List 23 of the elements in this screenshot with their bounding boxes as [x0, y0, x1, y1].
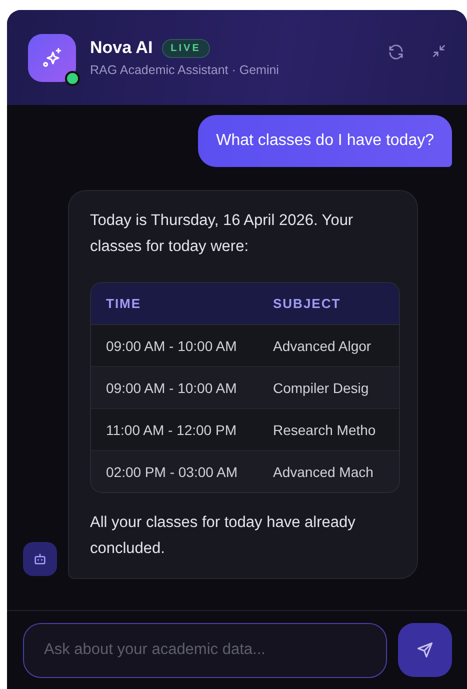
table-cell-text: 02:00 PM - 03:00 AM — [105, 464, 239, 480]
user-message: What classes do I have today? — [198, 115, 452, 167]
send-button[interactable] — [398, 623, 452, 677]
refresh-icon — [387, 42, 405, 60]
table-cell-text: 09:00 AM - 10:00 AM — [105, 338, 238, 354]
column-header: SUBJECT — [272, 296, 342, 311]
assistant-name: Nova AI — [90, 38, 153, 58]
sparkle-icon — [41, 46, 63, 68]
message-input[interactable]: Ask about your academic data... — [23, 622, 387, 678]
robot-icon — [33, 552, 47, 566]
table-cell-text: 09:00 AM - 10:00 AM — [105, 380, 238, 396]
table-cell-text: Advanced Algor — [272, 338, 372, 354]
table-cell-text: Research Metho — [272, 422, 377, 438]
message-text: All your classes for today have already concluded. — [90, 513, 356, 559]
send-icon — [416, 641, 434, 659]
message-text: Today is Thursday, 16 April 2026. Your classes for today were: — [90, 211, 354, 257]
minimize-icon — [431, 42, 447, 58]
assistant-subtitle: RAG Academic Assistant · Gemini — [90, 63, 280, 77]
live-badge: LIVE — [162, 38, 210, 58]
table-cell-text: 11:00 AM - 12:00 PM — [105, 422, 238, 438]
column-header: TIME — [105, 296, 142, 311]
table-cell-text: Advanced Mach — [272, 464, 374, 480]
table-cell-text: Compiler Desig — [272, 380, 370, 396]
